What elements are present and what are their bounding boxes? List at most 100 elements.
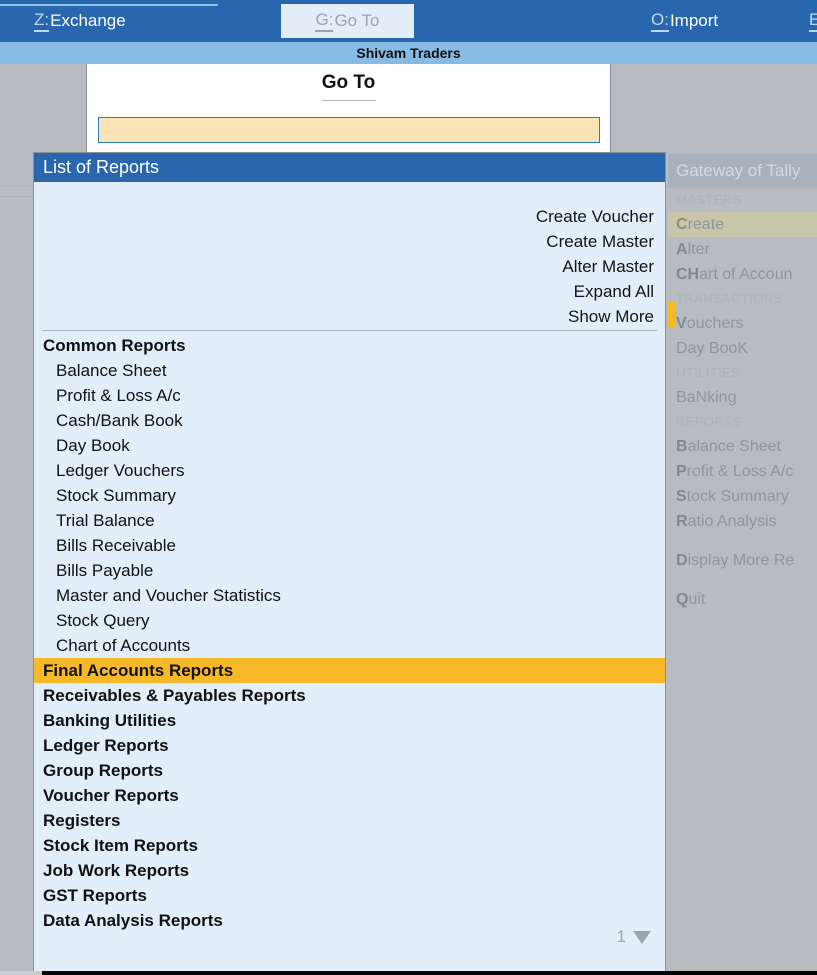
gateway-item-hotkey: R xyxy=(676,513,688,530)
report-list-item[interactable]: Chart of Accounts xyxy=(34,633,665,658)
gateway-item-label: atio Analysis xyxy=(687,513,777,530)
company-name-band: Shivam Traders xyxy=(0,42,817,64)
import-hotkey: O: xyxy=(651,10,669,32)
gateway-menu-item[interactable]: Quit xyxy=(668,587,817,612)
gateway-report-marker xyxy=(668,301,676,328)
report-list-item[interactable]: Cash/Bank Book xyxy=(34,408,665,433)
exchange-label: Exchange xyxy=(50,11,126,30)
report-list-item[interactable]: Balance Sheet xyxy=(34,358,665,383)
report-list-item[interactable]: Registers xyxy=(34,808,665,833)
go-to-button[interactable]: G: Go To xyxy=(281,4,414,38)
list-of-reports-panel: List of Reports Create Voucher Create Mas… xyxy=(33,152,666,975)
gateway-spacer xyxy=(668,534,817,548)
gateway-item-label: ouchers xyxy=(686,315,744,332)
gateway-menu-item[interactable]: BaNking xyxy=(668,385,817,410)
list-of-reports-header: List of Reports xyxy=(34,153,665,182)
page-indicator[interactable]: 1 xyxy=(617,927,651,947)
gateway-menu-item[interactable]: Display More Re xyxy=(668,548,817,573)
gateway-item-hotkey: P xyxy=(676,463,687,480)
import-label: Import xyxy=(669,11,719,30)
gateway-item-hotkey: S xyxy=(676,488,687,505)
report-list-item[interactable]: Stock Summary xyxy=(34,483,665,508)
list-of-reports-items: Common Reports Balance Sheet Profit & Loss… xyxy=(34,333,665,933)
report-list-item[interactable]: Banking Utilities xyxy=(34,708,665,733)
gateway-item-label: art of Accoun xyxy=(699,266,793,283)
gateway-menu-item[interactable]: Create xyxy=(668,212,817,237)
go-to-hotkey: G: xyxy=(315,10,334,32)
gateway-item-label: tock Summary xyxy=(686,488,789,505)
go-to-dialog-title: Go To xyxy=(321,72,376,93)
gateway-menu-item[interactable]: Alter xyxy=(668,237,817,262)
gateway-section-heading: MASTERS xyxy=(676,192,742,207)
report-list-item[interactable]: Day Book xyxy=(34,433,665,458)
gateway-item-label: alance Sheet xyxy=(687,438,781,455)
go-to-dialog: Go To xyxy=(86,64,611,152)
gateway-item-label: Day BooK xyxy=(676,340,749,357)
gateway-menu-body: MASTERS Create Alter CHart of Accoun TRANSAC… xyxy=(668,188,817,612)
gateway-item-label: uit xyxy=(688,591,706,608)
report-action-item[interactable]: Show More xyxy=(536,304,654,329)
tally-application-window: Gateway of Tally MASTERS Create Alter CHart… xyxy=(0,0,817,975)
chevron-down-icon[interactable] xyxy=(633,930,651,944)
gateway-menu-item[interactable]: Balance Sheet xyxy=(668,434,817,459)
report-list-item[interactable]: Bills Receivable xyxy=(34,533,665,558)
export-button[interactable]: E: xyxy=(801,4,817,38)
gateway-item-hotkey: D xyxy=(676,552,688,569)
report-list-item[interactable]: Data Analysis Reports xyxy=(34,908,665,933)
report-list-item[interactable]: Group Reports xyxy=(34,758,665,783)
gateway-section-heading: TRANSACTIONS xyxy=(676,291,783,306)
exchange-button[interactable]: Z: Exchange xyxy=(26,4,134,38)
gateway-item-label: lter xyxy=(687,241,710,258)
bottom-strip xyxy=(0,971,817,975)
list-divider xyxy=(42,330,657,331)
page-number: 1 xyxy=(616,927,626,946)
bottom-strip-left xyxy=(0,971,42,975)
gateway-item-hotkey: Q xyxy=(676,591,689,608)
report-action-item[interactable]: Create Voucher xyxy=(536,204,654,229)
gateway-menu-item[interactable]: Day BooK xyxy=(668,336,817,361)
report-list-item[interactable]: Ledger Vouchers xyxy=(34,458,665,483)
report-list-item[interactable]: Profit & Loss A/c xyxy=(34,383,665,408)
report-list-item[interactable]: Ledger Reports xyxy=(34,733,665,758)
gateway-menu-item[interactable]: Vouchers xyxy=(668,311,817,336)
report-list-item[interactable]: GST Reports xyxy=(34,883,665,908)
gateway-item-hotkey: B xyxy=(676,438,688,455)
report-action-item[interactable]: Create Master xyxy=(536,229,654,254)
import-button[interactable]: O: Import xyxy=(643,4,726,38)
report-list-item[interactable]: Bills Payable xyxy=(34,558,665,583)
gateway-menu-item[interactable]: Ratio Analysis xyxy=(668,509,817,534)
report-list-item[interactable]: Job Work Reports xyxy=(34,858,665,883)
gateway-of-tally-menu: Gateway of Tally MASTERS Create Alter CHart… xyxy=(668,64,817,951)
report-action-item[interactable]: Expand All xyxy=(536,279,654,304)
report-list-item[interactable]: Stock Query xyxy=(34,608,665,633)
gateway-item-label: isplay More Re xyxy=(687,552,795,569)
report-list-item[interactable]: Master and Voucher Statistics xyxy=(34,583,665,608)
gateway-item-hotkey: A xyxy=(676,241,688,258)
gateway-section-heading: REPORTS xyxy=(676,414,742,429)
company-name: Shivam Traders xyxy=(356,45,461,61)
list-of-reports-actions: Create Voucher Create Master Alter Master E… xyxy=(536,204,654,329)
gateway-item-hotkey: CH xyxy=(676,266,700,283)
gateway-menu-item[interactable]: Profit & Loss A/c xyxy=(668,459,817,484)
gateway-title: Gateway of Tally xyxy=(668,154,817,188)
go-to-title-underline xyxy=(321,100,376,101)
gateway-spacer xyxy=(668,573,817,587)
gateway-menu-item[interactable]: CHart of Accoun xyxy=(668,262,817,287)
gateway-item-label: rofit & Loss A/c xyxy=(686,463,794,480)
report-list-item-selected[interactable]: Final Accounts Reports xyxy=(34,658,665,683)
gateway-item-hotkey: V xyxy=(676,315,687,332)
gateway-menu-item[interactable]: Stock Summary xyxy=(668,484,817,509)
top-button-bar: Z: Exchange G: Go To O: Import E: xyxy=(0,0,817,42)
report-list-item[interactable]: Trial Balance xyxy=(34,508,665,533)
list-of-reports-title: List of Reports xyxy=(43,157,160,177)
report-list-item[interactable]: Voucher Reports xyxy=(34,783,665,808)
gateway-item-label: reate xyxy=(687,216,725,233)
export-hotkey: E: xyxy=(809,10,817,32)
report-list-item[interactable]: Receivables & Payables Reports xyxy=(34,683,665,708)
report-action-item[interactable]: Alter Master xyxy=(536,254,654,279)
go-to-label: Go To xyxy=(334,11,380,30)
report-list-item[interactable]: Stock Item Reports xyxy=(34,833,665,858)
report-list-item[interactable]: Common Reports xyxy=(34,333,665,358)
gateway-item-label: BaNking xyxy=(676,389,737,406)
go-to-search-input[interactable] xyxy=(98,117,600,143)
